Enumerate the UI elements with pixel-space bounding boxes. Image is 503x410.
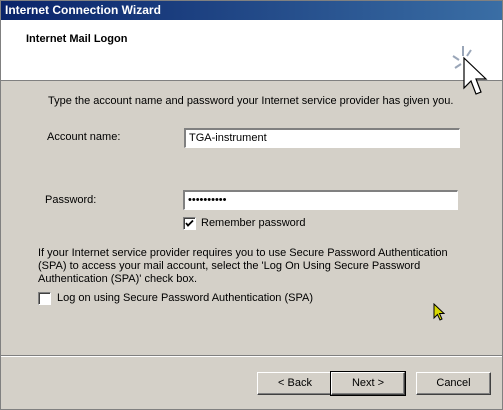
remember-password-checkbox[interactable] bbox=[183, 217, 196, 230]
wizard-header: Internet Mail Logon bbox=[1, 20, 502, 95]
account-name-label: Account name: bbox=[47, 131, 121, 143]
remember-password-label: Remember password bbox=[201, 217, 306, 229]
next-button[interactable]: Next > bbox=[330, 371, 406, 396]
button-separator bbox=[1, 355, 502, 357]
spa-checkbox[interactable] bbox=[38, 292, 51, 305]
spa-checkbox-label: Log on using Secure Password Authenticat… bbox=[57, 292, 314, 304]
page-title: Internet Mail Logon bbox=[26, 33, 128, 45]
account-name-input[interactable]: TGA-instrument bbox=[184, 128, 460, 148]
spa-description: If your Internet service provider requir… bbox=[38, 247, 448, 285]
back-button[interactable]: < Back bbox=[257, 372, 333, 395]
wizard-cursor-icon bbox=[451, 44, 491, 101]
checkmark-icon bbox=[185, 219, 194, 227]
wizard-window: Internet Connection Wizard Internet Mail… bbox=[0, 0, 503, 410]
password-label: Password: bbox=[45, 194, 97, 206]
intro-text: Type the account name and password your … bbox=[48, 95, 454, 107]
title-bar: Internet Connection Wizard bbox=[1, 1, 502, 20]
cancel-button[interactable]: Cancel bbox=[416, 372, 491, 395]
password-input[interactable]: •••••••••• bbox=[183, 190, 458, 210]
mouse-pointer-icon bbox=[433, 302, 446, 326]
